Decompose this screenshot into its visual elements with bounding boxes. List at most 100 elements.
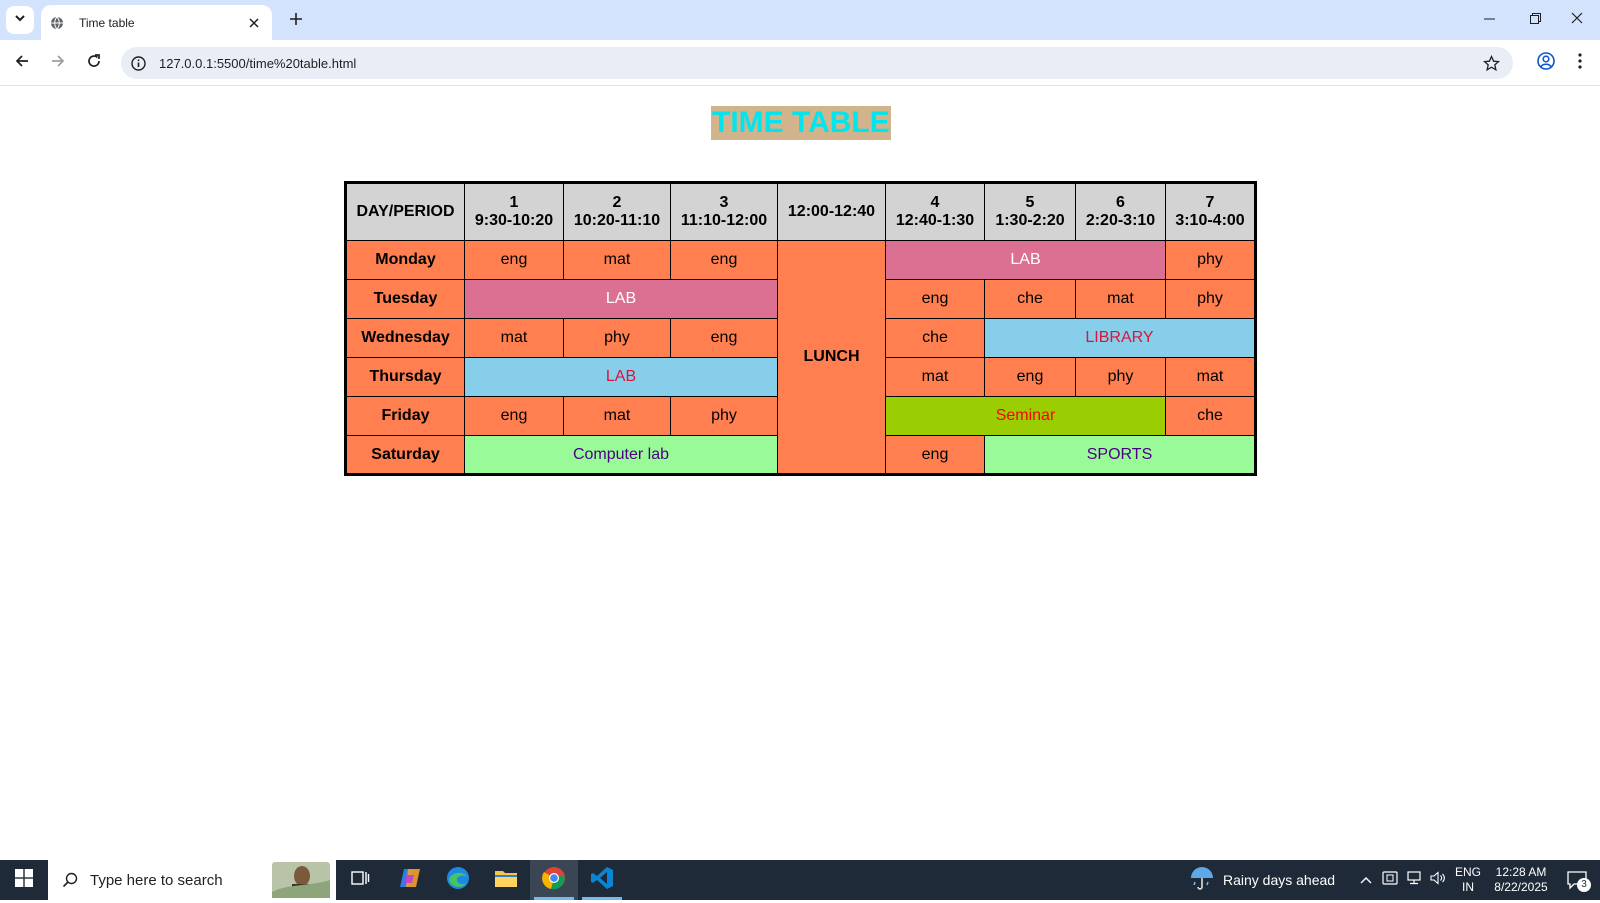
clock[interactable]: 12:28 AM 8/22/2025	[1484, 865, 1558, 895]
region-code: IN	[1462, 880, 1474, 894]
volume-button[interactable]	[1426, 860, 1450, 900]
chevron-up-icon	[1360, 871, 1372, 889]
edge-button[interactable]	[434, 860, 482, 900]
period-cell: phy	[1075, 357, 1166, 397]
browser-toolbar: 127.0.0.1:5500/time%20table.html	[0, 40, 1600, 86]
period-time: 10:20-11:10	[573, 212, 661, 229]
header-period-4: 4 12:40-1:30	[885, 182, 985, 241]
period-cell: mat	[464, 318, 564, 358]
minimize-icon	[1483, 11, 1495, 29]
period-time: 11:10-12:00	[680, 212, 768, 229]
address-bar[interactable]: 127.0.0.1:5500/time%20table.html	[121, 47, 1513, 79]
period-time: 1:30-2:20	[995, 212, 1065, 229]
task-view-button[interactable]	[336, 860, 384, 900]
back-button[interactable]	[8, 49, 36, 77]
period-cell: LAB	[464, 279, 778, 319]
profile-button[interactable]	[1532, 49, 1560, 77]
browser-tab[interactable]: Time table	[41, 5, 272, 40]
chrome-icon	[542, 866, 566, 895]
period-cell: LAB	[885, 240, 1166, 280]
url-text: 127.0.0.1:5500/time%20table.html	[159, 55, 357, 71]
minimize-button[interactable]	[1466, 0, 1512, 40]
period-cell: phy	[1165, 279, 1256, 319]
taskbar-search-box[interactable]: Type here to search	[48, 860, 336, 900]
period-cell: che	[1165, 396, 1256, 436]
period-cell: eng	[984, 357, 1076, 397]
forward-button[interactable]	[44, 49, 72, 77]
vscode-button[interactable]	[578, 860, 626, 900]
period-time: 3:10-4:00	[1175, 212, 1245, 229]
lunch-cell: LUNCH	[777, 240, 886, 475]
star-icon[interactable]	[1481, 53, 1501, 73]
reload-icon	[86, 53, 102, 74]
day-cell: Friday	[345, 396, 465, 436]
tab-title: Time table	[79, 15, 135, 30]
day-cell: Tuesday	[345, 279, 465, 319]
tab-search-button[interactable]	[6, 6, 34, 34]
file-explorer-button[interactable]	[482, 860, 530, 900]
search-placeholder: Type here to search	[90, 871, 223, 889]
windows-start-icon	[15, 868, 33, 892]
clock-date: 8/22/2025	[1494, 880, 1548, 894]
edge-icon	[446, 866, 470, 895]
weather-widget[interactable]: Rainy days ahead	[1189, 860, 1335, 900]
day-cell: Saturday	[345, 435, 465, 475]
info-icon[interactable]	[130, 55, 146, 71]
day-cell: Wednesday	[345, 318, 465, 358]
close-icon[interactable]	[244, 13, 264, 33]
start-button[interactable]	[0, 860, 48, 900]
period-number: 7	[1205, 194, 1215, 211]
notification-icon: 3	[1567, 870, 1591, 892]
header-period-5: 5 1:30-2:20	[984, 182, 1076, 241]
period-cell: mat	[1165, 357, 1256, 397]
period-number: 3	[719, 194, 729, 211]
volume-icon	[1430, 870, 1446, 890]
reload-button[interactable]	[80, 49, 108, 77]
header-period-2: 2 10:20-11:10	[563, 182, 671, 241]
header-period-3: 3 11:10-12:00	[670, 182, 778, 241]
meet-button[interactable]	[1378, 860, 1402, 900]
globe-icon	[49, 15, 65, 31]
tab-list-icon	[14, 11, 26, 29]
notification-center-button[interactable]: 3	[1556, 860, 1600, 900]
period-cell: mat	[885, 357, 985, 397]
taskbar: Type here to search Rainy days ahead ENG…	[0, 860, 1600, 900]
period-cell: Computer lab	[464, 435, 778, 475]
new-tab-button[interactable]	[283, 8, 309, 34]
language-indicator[interactable]: ENG IN	[1452, 865, 1484, 895]
weather-text: Rainy days ahead	[1223, 872, 1336, 888]
period-time: 12:40-1:30	[895, 212, 975, 229]
period-number: 2	[612, 194, 622, 211]
period-cell: eng	[885, 435, 985, 475]
network-button[interactable]	[1402, 860, 1426, 900]
table-row-monday: Monday eng mat eng LUNCH LAB phy	[345, 240, 1256, 475]
header-period-7: 7 3:10-4:00	[1165, 182, 1256, 241]
close-window-icon	[1571, 11, 1583, 29]
show-hidden-icons-button[interactable]	[1354, 860, 1378, 900]
period-cell: che	[885, 318, 985, 358]
period-cell: mat	[563, 396, 671, 436]
chrome-button[interactable]	[530, 860, 578, 900]
profile-icon	[1537, 51, 1555, 75]
period-cell: LIBRARY	[984, 318, 1256, 358]
period-number: 5	[1025, 194, 1035, 211]
period-cell: eng	[464, 396, 564, 436]
search-highlight-image[interactable]	[272, 862, 330, 898]
period-cell: phy	[563, 318, 671, 358]
browser-menu-button[interactable]	[1566, 49, 1594, 77]
period-number: 6	[1116, 194, 1125, 211]
header-lunch-time: 12:00-12:40	[777, 182, 886, 241]
copilot-icon	[398, 867, 422, 894]
copilot-button[interactable]	[386, 860, 434, 900]
weather-icon	[1189, 865, 1215, 896]
meet-icon	[1382, 870, 1398, 890]
period-cell: eng	[464, 240, 564, 280]
web-page: TIME TABLE DAY/PERIOD 1 9:30-10:20 2 10:20…	[0, 86, 1600, 860]
period-cell: eng	[670, 240, 778, 280]
header-period-1: 1 9:30-10:20	[464, 182, 564, 241]
network-icon	[1406, 870, 1422, 890]
close-window-button[interactable]	[1554, 0, 1600, 40]
search-icon	[60, 870, 80, 890]
task-view-icon	[350, 868, 370, 893]
restore-button[interactable]	[1512, 0, 1558, 40]
